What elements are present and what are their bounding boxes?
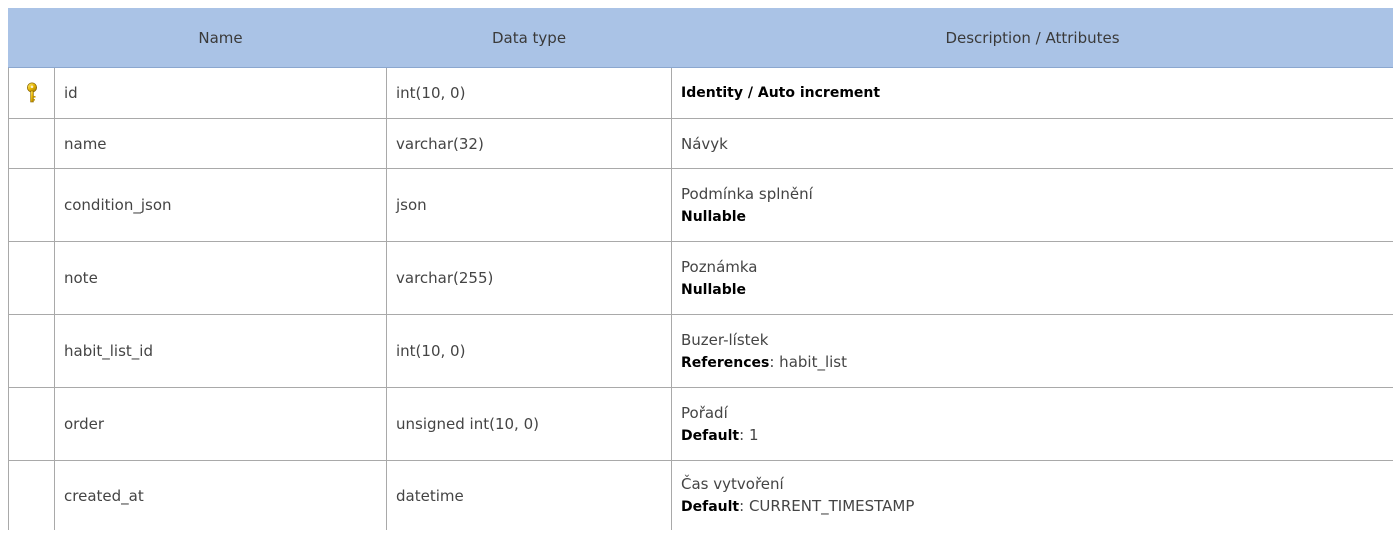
table-row: condition_json json Podmínka splnění Nul… (8, 168, 1393, 242)
attribute-label: References (681, 354, 770, 371)
key-cell (8, 168, 55, 242)
attribute-identity: Identity / Auto increment (681, 85, 881, 101)
header-data-type: Data type (386, 8, 672, 68)
column-name: note (54, 241, 387, 315)
description-text: Pořadí (681, 403, 728, 422)
key-cell (8, 314, 55, 388)
table-schema: Name Data type Description / Attributes (8, 8, 1393, 530)
column-description: Identity / Auto increment (671, 67, 1393, 119)
column-description: Pořadí Default: 1 (671, 387, 1393, 461)
column-description: Buzer-lístek References: habit_list (671, 314, 1393, 388)
table-row: order unsigned int(10, 0) Pořadí Default… (8, 387, 1393, 461)
table-row: created_at datetime Čas vytvoření Defaul… (8, 460, 1393, 530)
table-row: id int(10, 0) Identity / Auto increment (8, 67, 1393, 119)
table-row: habit_list_id int(10, 0) Buzer-lístek Re… (8, 314, 1393, 388)
attribute-line: Nullable (681, 205, 1393, 228)
attribute-value: : habit_list (769, 352, 847, 371)
column-description: Poznámka Nullable (671, 241, 1393, 315)
header-name: Name (54, 8, 387, 68)
column-type: unsigned int(10, 0) (386, 387, 672, 461)
table-row: name varchar(32) Návyk (8, 118, 1393, 169)
column-description: Návyk (671, 118, 1393, 169)
attribute-line: Nullable (681, 278, 1393, 301)
column-type: int(10, 0) (386, 314, 672, 388)
primary-key-icon (25, 82, 39, 104)
table-row: note varchar(255) Poznámka Nullable (8, 241, 1393, 315)
description-text: Čas vytvoření (681, 475, 784, 493)
column-type: varchar(32) (386, 118, 672, 169)
key-cell (8, 118, 55, 169)
column-description: Podmínka splnění Nullable (671, 168, 1393, 242)
column-name: condition_json (54, 168, 387, 242)
attribute-label: Default (681, 427, 740, 444)
column-description: Čas vytvoření Default: CURRENT_TIMESTAMP (671, 460, 1393, 530)
description-text: Podmínka splnění (681, 184, 813, 203)
header-row: Name Data type Description / Attributes (8, 8, 1393, 68)
attribute-line: References: habit_list (681, 351, 1393, 374)
column-type: datetime (386, 460, 672, 530)
header-key-cell (8, 8, 55, 68)
attribute-value: : 1 (739, 425, 759, 444)
key-cell (8, 387, 55, 461)
attribute-line: Default: CURRENT_TIMESTAMP (681, 495, 1393, 518)
description-text: Návyk (681, 134, 728, 153)
attribute-value: : CURRENT_TIMESTAMP (739, 497, 915, 515)
attribute-label: Nullable (681, 208, 747, 225)
column-name: created_at (54, 460, 387, 530)
description-text: Poznámka (681, 257, 758, 276)
column-type: int(10, 0) (386, 67, 672, 119)
column-name: order (54, 387, 387, 461)
column-name: habit_list_id (54, 314, 387, 388)
attribute-label: Default (681, 499, 740, 515)
key-cell (8, 460, 55, 530)
header-description: Description / Attributes (671, 8, 1393, 68)
column-name: id (54, 67, 387, 119)
schema-view: Name Data type Description / Attributes (0, 0, 1393, 551)
key-cell (8, 241, 55, 315)
attribute-line: Default: 1 (681, 424, 1393, 447)
attribute-label: Nullable (681, 281, 747, 298)
key-cell (8, 67, 55, 119)
column-type: varchar(255) (386, 241, 672, 315)
column-name: name (54, 118, 387, 169)
description-text: Buzer-lístek (681, 330, 769, 349)
column-type: json (386, 168, 672, 242)
